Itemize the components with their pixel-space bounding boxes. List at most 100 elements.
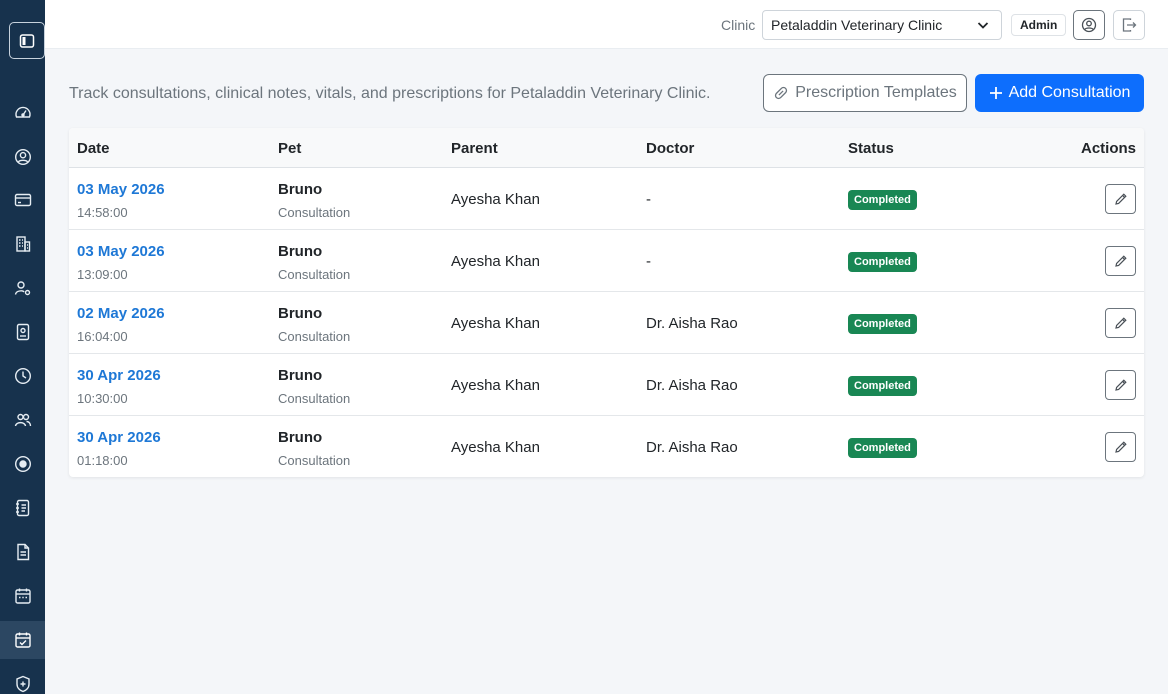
clinic-select[interactable]: Petaladdin Veterinary Clinic bbox=[762, 10, 1002, 40]
add-consultation-label: Add Consultation bbox=[1008, 84, 1131, 101]
sidebar-item-documents[interactable] bbox=[0, 533, 45, 571]
sidebar-toggle-button[interactable] bbox=[9, 22, 45, 59]
sidebar-item-contacts[interactable] bbox=[0, 489, 45, 527]
edit-button[interactable] bbox=[1105, 246, 1136, 276]
sidebar-item-consultations[interactable] bbox=[0, 621, 45, 659]
consultation-type: Consultation bbox=[278, 453, 351, 468]
sidebar-item-billing[interactable] bbox=[0, 181, 45, 219]
consultation-time: 10:30:00 bbox=[77, 391, 128, 406]
shield-plus-icon bbox=[15, 675, 30, 693]
status-badge: Completed bbox=[848, 252, 917, 272]
column-header-parent: Parent bbox=[451, 140, 498, 157]
user-circle-icon bbox=[1081, 17, 1097, 33]
consultation-date-link[interactable]: 02 May 2026 bbox=[77, 305, 165, 322]
top-bar: Clinic Petaladdin Veterinary Clinic Admi… bbox=[45, 0, 1168, 49]
table-row: 02 May 2026 16:04:00 Bruno Consultation … bbox=[69, 292, 1144, 354]
prescription-templates-label: Prescription Templates bbox=[795, 84, 957, 101]
table-row: 03 May 2026 13:09:00 Bruno Consultation … bbox=[69, 230, 1144, 292]
doctor-name: - bbox=[646, 253, 651, 270]
consultation-type: Consultation bbox=[278, 391, 351, 406]
table-row: 30 Apr 2026 01:18:00 Bruno Consultation … bbox=[69, 416, 1144, 477]
clinic-select-value: Petaladdin Veterinary Clinic bbox=[771, 17, 943, 33]
parent-name: Ayesha Khan bbox=[451, 191, 540, 208]
doctor-name: Dr. Aisha Rao bbox=[646, 315, 738, 332]
pencil-icon bbox=[1114, 193, 1127, 205]
credit-card-icon bbox=[14, 193, 31, 207]
sidebar bbox=[0, 0, 45, 694]
address-book-icon bbox=[15, 499, 29, 517]
consultation-date-link[interactable]: 03 May 2026 bbox=[77, 243, 165, 260]
sidebar-item-staff[interactable] bbox=[0, 313, 45, 351]
record-circle-icon bbox=[14, 455, 31, 473]
prescription-templates-button[interactable]: Prescription Templates bbox=[763, 74, 967, 112]
consultation-type: Consultation bbox=[278, 267, 351, 282]
pencil-icon bbox=[1114, 379, 1127, 391]
pencil-icon bbox=[1114, 255, 1127, 267]
pet-name: Bruno bbox=[278, 181, 323, 198]
column-header-actions: Actions bbox=[1080, 140, 1136, 157]
table-row: 30 Apr 2026 10:30:00 Bruno Consultation … bbox=[69, 354, 1144, 416]
sidebar-item-user-settings[interactable] bbox=[0, 269, 45, 307]
consultation-type: Consultation bbox=[278, 205, 351, 220]
pencil-icon bbox=[1114, 317, 1127, 329]
add-consultation-button[interactable]: Add Consultation bbox=[975, 74, 1144, 112]
people-icon bbox=[14, 413, 31, 427]
clock-icon bbox=[14, 367, 31, 385]
status-badge: Completed bbox=[848, 376, 917, 396]
parent-name: Ayesha Khan bbox=[451, 377, 540, 394]
consultation-date-link[interactable]: 03 May 2026 bbox=[77, 181, 165, 198]
logout-icon bbox=[1122, 18, 1137, 32]
user-gear-icon bbox=[14, 281, 30, 296]
sidebar-item-insurance[interactable] bbox=[0, 665, 45, 694]
consultation-time: 01:18:00 bbox=[77, 453, 128, 468]
status-badge: Completed bbox=[848, 190, 917, 210]
pet-name: Bruno bbox=[278, 243, 323, 260]
doctor-name: Dr. Aisha Rao bbox=[646, 377, 738, 394]
pet-name: Bruno bbox=[278, 429, 323, 446]
sidebar-item-parents[interactable] bbox=[0, 401, 45, 439]
sidebar-item-history[interactable] bbox=[0, 357, 45, 395]
parent-name: Ayesha Khan bbox=[451, 253, 540, 270]
plus-icon bbox=[989, 87, 1002, 99]
consultation-date-link[interactable]: 30 Apr 2026 bbox=[77, 367, 161, 384]
building-icon bbox=[15, 236, 30, 252]
user-circle-icon bbox=[14, 148, 31, 166]
logout-button[interactable] bbox=[1113, 10, 1145, 40]
sidebar-item-clinics[interactable] bbox=[0, 225, 45, 263]
consultation-time: 14:58:00 bbox=[77, 205, 128, 220]
speedometer-icon bbox=[14, 106, 31, 118]
consultation-time: 13:09:00 bbox=[77, 267, 128, 282]
pet-name: Bruno bbox=[278, 367, 323, 384]
status-badge: Completed bbox=[848, 438, 917, 458]
edit-button[interactable] bbox=[1105, 308, 1136, 338]
calendar-check-icon bbox=[14, 632, 31, 648]
doctor-name: - bbox=[646, 191, 651, 208]
sidebar-item-dashboard[interactable] bbox=[0, 94, 45, 132]
table-row: 03 May 2026 14:58:00 Bruno Consultation … bbox=[69, 168, 1144, 230]
consultation-date-link[interactable]: 30 Apr 2026 bbox=[77, 429, 161, 446]
status-badge: Completed bbox=[848, 314, 917, 334]
consultations-table: Date Pet Parent Doctor Status Actions 03… bbox=[69, 128, 1144, 477]
consultation-type: Consultation bbox=[278, 329, 351, 344]
profile-button[interactable] bbox=[1073, 10, 1105, 40]
parent-name: Ayesha Khan bbox=[451, 439, 540, 456]
doctor-name: Dr. Aisha Rao bbox=[646, 439, 738, 456]
chevron-down-icon bbox=[977, 22, 989, 29]
column-header-status: Status bbox=[848, 140, 894, 157]
sidebar-item-records[interactable] bbox=[0, 445, 45, 483]
edit-button[interactable] bbox=[1105, 184, 1136, 214]
pencil-icon bbox=[1114, 441, 1127, 453]
column-header-pet: Pet bbox=[278, 140, 302, 157]
column-header-date: Date bbox=[77, 140, 110, 157]
capsule-icon bbox=[775, 86, 788, 100]
edit-button[interactable] bbox=[1105, 432, 1136, 462]
clinic-label: Clinic bbox=[721, 17, 756, 33]
consultation-time: 16:04:00 bbox=[77, 329, 128, 344]
sidebar-item-profile[interactable] bbox=[0, 138, 45, 176]
pet-name: Bruno bbox=[278, 305, 323, 322]
role-badge: Admin bbox=[1011, 14, 1067, 36]
edit-button[interactable] bbox=[1105, 370, 1136, 400]
parent-name: Ayesha Khan bbox=[451, 315, 540, 332]
table-header: Date Pet Parent Doctor Status Actions bbox=[69, 128, 1144, 168]
sidebar-item-appointments[interactable] bbox=[0, 577, 45, 615]
